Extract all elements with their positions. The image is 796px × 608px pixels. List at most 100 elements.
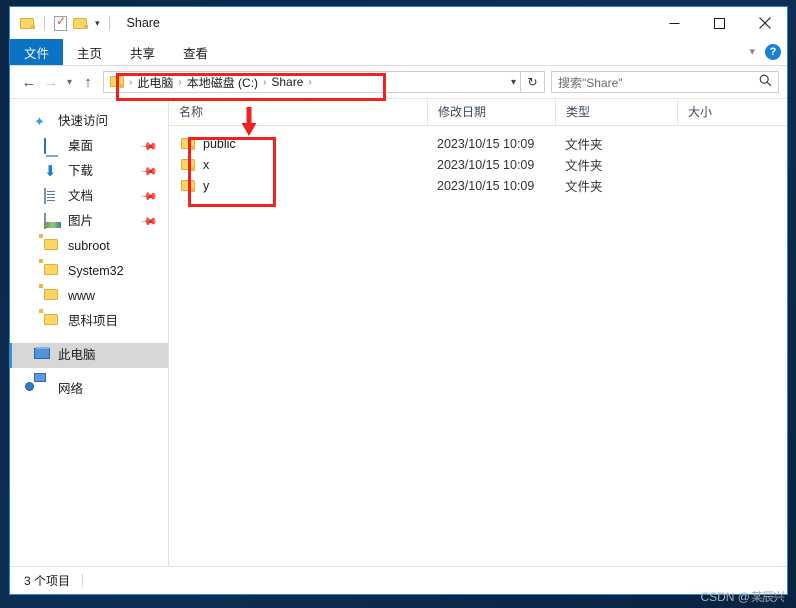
window-controls	[652, 7, 787, 39]
column-header-row: 名称 修改日期 类型 大小 ⌃	[169, 98, 787, 126]
file-date-cell: 2023/10/15 10:09	[437, 157, 535, 172]
sidebar-item-label: 文档	[68, 189, 94, 204]
sidebar-item-www[interactable]: www	[10, 284, 168, 309]
file-name-cell[interactable]: y	[169, 178, 427, 193]
table-row[interactable]: public 2023/10/15 10:09 文件夹	[169, 133, 787, 154]
sidebar-item-label: 思科项目	[68, 314, 119, 329]
folder-icon	[44, 289, 61, 305]
search-box[interactable]: 搜索"Share"	[551, 71, 779, 93]
tab-home[interactable]: 主页	[63, 39, 116, 65]
file-date-cell: 2023/10/15 10:09	[437, 136, 535, 151]
download-icon: ⬇	[44, 162, 57, 180]
toolbar-divider	[44, 16, 45, 30]
sidebar-item-quick-access[interactable]: ✦ 快速访问	[10, 109, 168, 134]
file-date-cell: 2023/10/15 10:09	[437, 178, 535, 193]
sidebar-item-cisco-project[interactable]: 思科项目	[10, 309, 168, 334]
sidebar-item-label: www	[68, 289, 96, 304]
watermark: CSDN @ 某辰兴	[700, 588, 785, 605]
column-header-size[interactable]: 大小	[677, 99, 762, 125]
pin-icon[interactable]: 📌	[140, 212, 159, 231]
folder-icon	[44, 314, 61, 330]
table-row[interactable]: x 2023/10/15 10:09 文件夹	[169, 154, 787, 175]
file-name-cell[interactable]: x	[169, 157, 427, 172]
file-explorer-window: ▾ Share 文件 主页 共享 查看	[9, 6, 788, 595]
pin-star-icon: ✦	[34, 113, 45, 129]
help-icon[interactable]: ?	[765, 44, 781, 60]
title-bar: ▾ Share	[10, 7, 787, 39]
new-folder-icon[interactable]	[73, 17, 88, 30]
file-name-label: y	[203, 178, 210, 193]
table-row[interactable]: y 2023/10/15 10:09 文件夹	[169, 175, 787, 196]
folder-icon	[181, 138, 196, 151]
breadcrumb-item-local-disk[interactable]: 本地磁盘 (C:)	[184, 74, 261, 91]
sidebar-item-downloads[interactable]: ⬇ 下载 📌	[10, 159, 168, 184]
breadcrumb-separator-3[interactable]: ›	[306, 77, 313, 88]
folder-icon[interactable]	[20, 17, 35, 30]
up-button[interactable]: ↑	[77, 71, 99, 93]
sidebar-item-label: 桌面	[68, 139, 94, 154]
search-input[interactable]: 搜索"Share"	[558, 74, 759, 91]
desktop-icon	[44, 137, 61, 155]
file-name-label: public	[203, 136, 236, 151]
quick-access-toolbar: ▾ Share	[10, 14, 160, 31]
sidebar-item-pictures[interactable]: 图片 📌	[10, 209, 168, 234]
sidebar-item-this-pc[interactable]: 此电脑	[10, 343, 168, 368]
ribbon-tab-bar: 文件 主页 共享 查看 ▾ ?	[10, 39, 787, 66]
forward-button[interactable]: →	[40, 71, 62, 93]
minimize-button[interactable]	[652, 7, 697, 39]
pin-icon[interactable]: 📌	[140, 162, 159, 181]
breadcrumb-separator-1[interactable]: ›	[176, 77, 183, 88]
sidebar-item-label: subroot	[68, 239, 110, 254]
sidebar-item-label: 图片	[68, 214, 94, 229]
column-header-type[interactable]: 类型	[555, 99, 677, 125]
breadcrumb-separator-2[interactable]: ›	[261, 77, 268, 88]
breadcrumb-item-this-pc[interactable]: 此电脑	[134, 74, 176, 91]
sidebar-item-subroot[interactable]: subroot	[10, 234, 168, 259]
window-title: Share	[126, 16, 160, 30]
sort-ascending-icon: ⌃	[302, 98, 311, 109]
status-bar: 3 个项目	[10, 566, 787, 594]
status-divider	[82, 574, 84, 587]
file-list: public 2023/10/15 10:09 文件夹 x 2023/10/15…	[169, 126, 787, 566]
maximize-button[interactable]	[697, 7, 742, 39]
sidebar-item-label: 网络	[58, 382, 84, 397]
this-pc-icon	[34, 348, 51, 364]
column-header-name[interactable]: 名称	[169, 99, 427, 125]
address-bar: ← → ▾ ↑ › 此电脑 › 本地磁盘 (C:) › Share › ▾ ↻ …	[10, 66, 787, 98]
sidebar-item-network[interactable]: 网络	[10, 377, 168, 402]
breadcrumb[interactable]: › 此电脑 › 本地磁盘 (C:) › Share › ▾	[103, 71, 521, 93]
breadcrumb-item-share[interactable]: Share	[268, 75, 306, 89]
pin-icon[interactable]: 📌	[140, 137, 159, 156]
sidebar-item-desktop[interactable]: 桌面 📌	[10, 134, 168, 159]
path-dropdown-icon[interactable]: ▾	[511, 77, 516, 88]
close-button[interactable]	[742, 7, 787, 39]
breadcrumb-separator-0: ›	[129, 76, 133, 88]
back-button[interactable]: ←	[18, 71, 40, 93]
refresh-button[interactable]: ↻	[521, 71, 545, 93]
folder-icon	[181, 159, 196, 172]
column-header-date[interactable]: 修改日期	[427, 99, 555, 125]
recent-locations-icon[interactable]: ▾	[62, 71, 77, 93]
pictures-icon	[44, 212, 61, 230]
file-name-cell[interactable]: public	[169, 136, 427, 151]
navigation-pane: ✦ 快速访问 桌面 📌 ⬇ 下载 📌 文档 📌 图片 📌 subroot Sys…	[10, 99, 169, 566]
item-count-label: 3 个项目	[24, 574, 71, 588]
watermark-prefix: CSDN @	[700, 589, 750, 604]
file-type-cell: 文件夹	[565, 159, 603, 173]
pin-icon[interactable]: 📌	[140, 187, 159, 206]
tab-view[interactable]: 查看	[169, 39, 222, 65]
sidebar-item-label: 此电脑	[58, 348, 96, 363]
expand-ribbon-icon[interactable]: ▾	[749, 46, 755, 58]
file-name-label: x	[203, 157, 210, 172]
chevron-down-icon[interactable]: ▾	[95, 18, 100, 28]
sidebar-item-documents[interactable]: 文档 📌	[10, 184, 168, 209]
search-icon[interactable]	[759, 74, 772, 90]
folder-icon	[44, 264, 61, 280]
tab-file[interactable]: 文件	[10, 39, 64, 65]
tab-share[interactable]: 共享	[116, 39, 169, 65]
sidebar-item-label: System32	[68, 264, 124, 279]
properties-icon[interactable]	[54, 14, 67, 31]
sidebar-item-system32[interactable]: System32	[10, 259, 168, 284]
address-folder-icon	[110, 75, 125, 89]
